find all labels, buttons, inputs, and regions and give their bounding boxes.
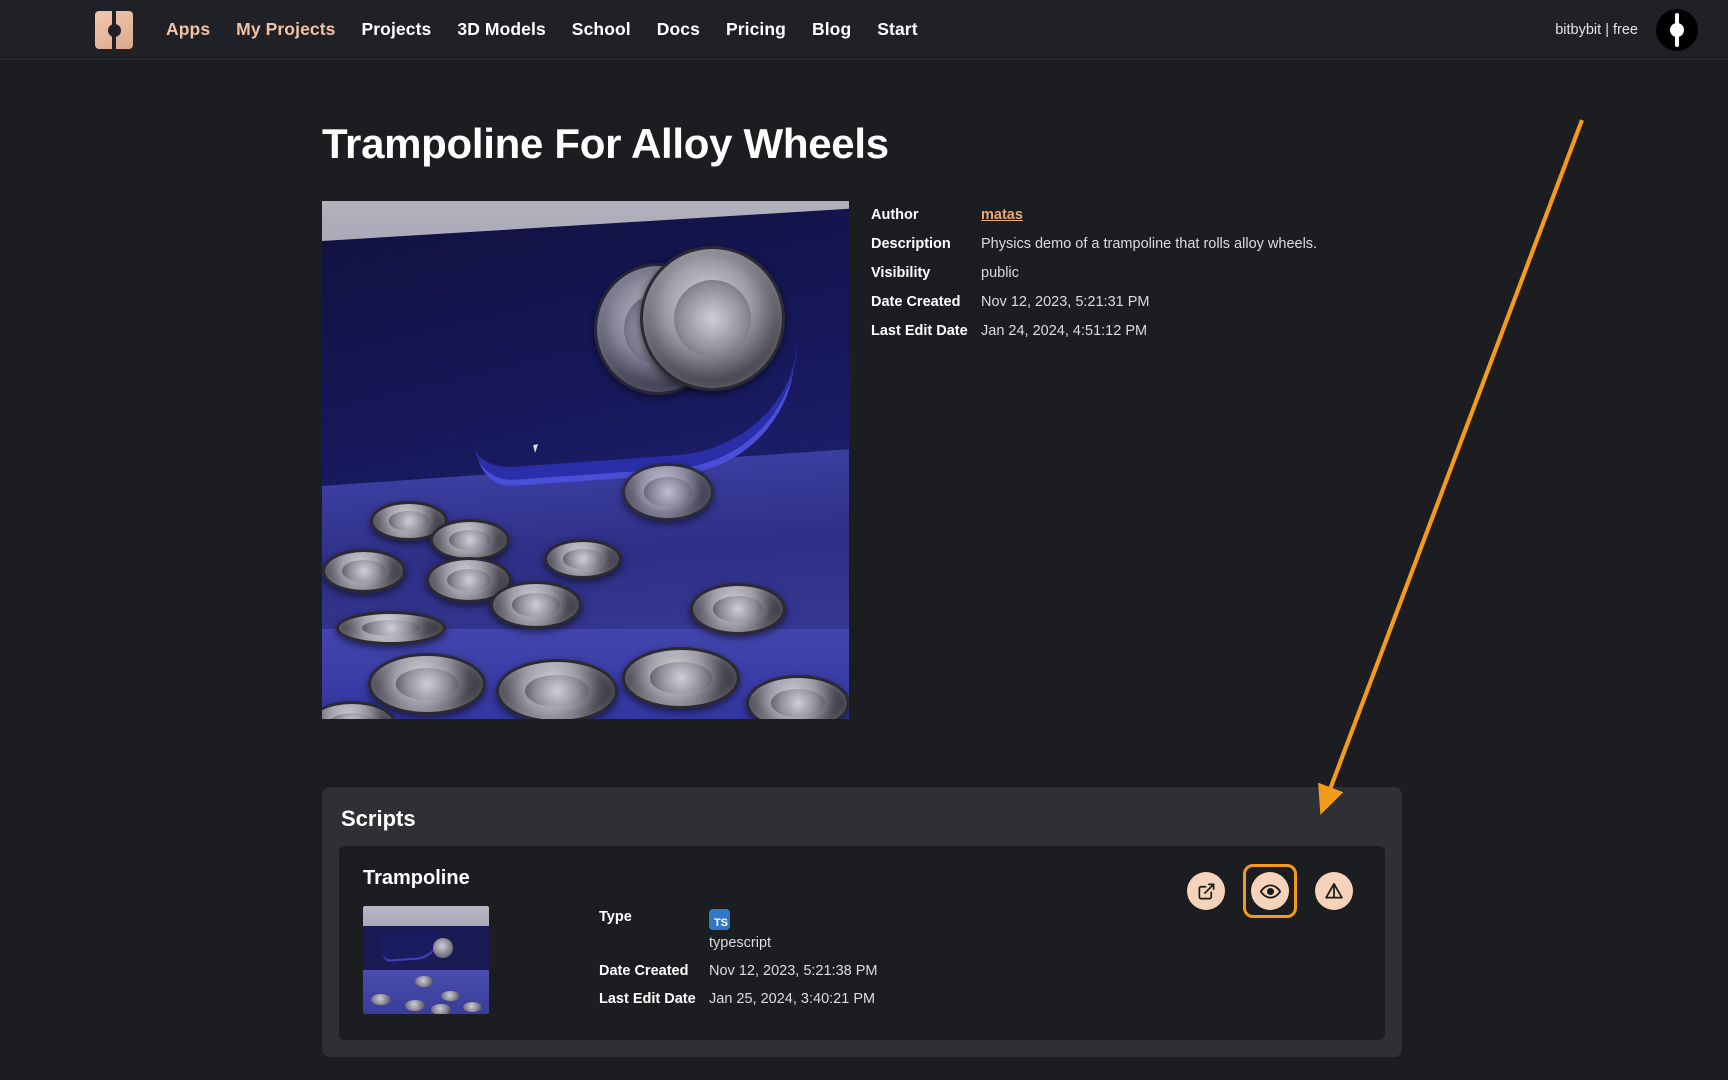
thumb-sky — [363, 906, 489, 928]
meta-key-description: Description — [871, 236, 951, 252]
meta-key-date-created: Date Created — [871, 294, 961, 310]
thumb-wheel — [441, 991, 460, 1001]
open-external-button[interactable] — [1187, 872, 1225, 910]
scripts-section-title: Scripts — [341, 806, 416, 831]
meta-value-visibility: public — [981, 265, 1019, 281]
content-column: Trampoline For Alloy Wheels Author matas… — [322, 120, 1402, 1057]
preview-wheel — [746, 675, 849, 719]
eye-icon — [1259, 883, 1281, 899]
external-link-icon — [1198, 883, 1214, 899]
top-navigation-bar: Apps My Projects Projects 3D Models Scho… — [0, 0, 1728, 60]
script-thumbnail[interactable] — [363, 906, 489, 1014]
warning-triangle-icon — [1325, 883, 1343, 899]
preview-wheel — [490, 581, 582, 629]
thumb-wheel — [405, 1000, 425, 1011]
project-metadata: Author matas Description Physics demo of… — [871, 201, 1317, 719]
script-body: Type TS typescript Date Created Nov 12, … — [363, 906, 1361, 1014]
meta-key-visibility: Visibility — [871, 265, 931, 281]
nav-item-blog[interactable]: Blog — [812, 19, 851, 40]
script-type-label: typescript — [709, 935, 772, 951]
script-meta-key-date-created: Date Created — [599, 963, 689, 979]
nav-item-docs[interactable]: Docs — [657, 19, 700, 40]
nav-item-projects[interactable]: Projects — [362, 19, 432, 40]
account-plan-label: bitbybit | free — [1555, 21, 1638, 38]
header-account-area: bitbybit | free — [1555, 8, 1698, 51]
preview-wheel — [496, 659, 618, 719]
nav-item-my-projects[interactable]: My Projects — [236, 19, 335, 40]
nav-item-3d-models[interactable]: 3D Models — [457, 19, 545, 40]
script-meta-value-type: TS typescript — [709, 909, 877, 951]
project-detail-row: Author matas Description Physics demo of… — [322, 201, 1402, 719]
script-meta-key-last-edit-date: Last Edit Date — [599, 991, 696, 1007]
meta-value-description: Physics demo of a trampoline that rolls … — [981, 236, 1318, 252]
report-button-wrapper — [1307, 864, 1361, 918]
script-meta-key-type: Type — [599, 909, 632, 925]
preview-wheel — [336, 611, 446, 645]
preview-wheel — [690, 583, 786, 635]
nav-item-pricing[interactable]: Pricing — [726, 19, 786, 40]
script-card[interactable]: Trampoline Type TS typescript Date Creat… — [339, 846, 1385, 1040]
page-title: Trampoline For Alloy Wheels — [322, 120, 889, 167]
preview-wheel — [368, 653, 486, 715]
thumb-wheel — [431, 1004, 451, 1014]
preview-button[interactable] — [1251, 872, 1289, 910]
meta-value-last-edit-date: Jan 24, 2024, 4:51:12 PM — [981, 323, 1148, 339]
nav-item-start[interactable]: Start — [877, 19, 917, 40]
script-meta-value-date-created: Nov 12, 2023, 5:21:38 PM — [709, 963, 878, 979]
thumb-wheel — [433, 938, 453, 958]
user-avatar-icon[interactable] — [1656, 8, 1698, 51]
thumb-wheel — [415, 976, 433, 987]
script-meta-value-last-edit-date: Jan 25, 2024, 3:40:21 PM — [709, 991, 876, 1007]
preview-button-wrapper — [1243, 864, 1297, 918]
author-link[interactable]: matas — [981, 207, 1023, 223]
meta-value-author: matas — [981, 207, 1317, 223]
report-button[interactable] — [1315, 872, 1353, 910]
thumb-wheel — [371, 994, 391, 1005]
open-external-button-wrapper — [1179, 864, 1233, 918]
script-action-buttons — [1179, 864, 1361, 918]
page-root: Apps My Projects Projects 3D Models Scho… — [0, 0, 1728, 1080]
preview-wheel — [544, 539, 622, 579]
scripts-panel: Scripts Trampoline Type TS typescript Da… — [322, 787, 1402, 1057]
bitbybit-logo-icon[interactable] — [95, 10, 133, 49]
meta-value-date-created: Nov 12, 2023, 5:21:31 PM — [981, 294, 1150, 310]
page-body: Trampoline For Alloy Wheels Author matas… — [0, 60, 1728, 1057]
preview-wheel — [622, 647, 740, 709]
thumb-wheel — [463, 1002, 482, 1012]
nav-item-school[interactable]: School — [572, 19, 631, 40]
typescript-icon: TS — [709, 909, 730, 930]
preview-wheel — [322, 549, 406, 593]
meta-key-last-edit-date: Last Edit Date — [871, 323, 968, 339]
nav-item-apps[interactable]: Apps — [166, 19, 210, 40]
meta-key-author: Author — [871, 207, 919, 223]
project-preview-image[interactable] — [322, 201, 849, 719]
main-nav: Apps My Projects Projects 3D Models Scho… — [166, 19, 918, 40]
preview-wheel — [430, 519, 510, 561]
preview-wheel — [622, 463, 714, 521]
script-metadata: Type TS typescript Date Created Nov 12, … — [599, 906, 877, 1014]
